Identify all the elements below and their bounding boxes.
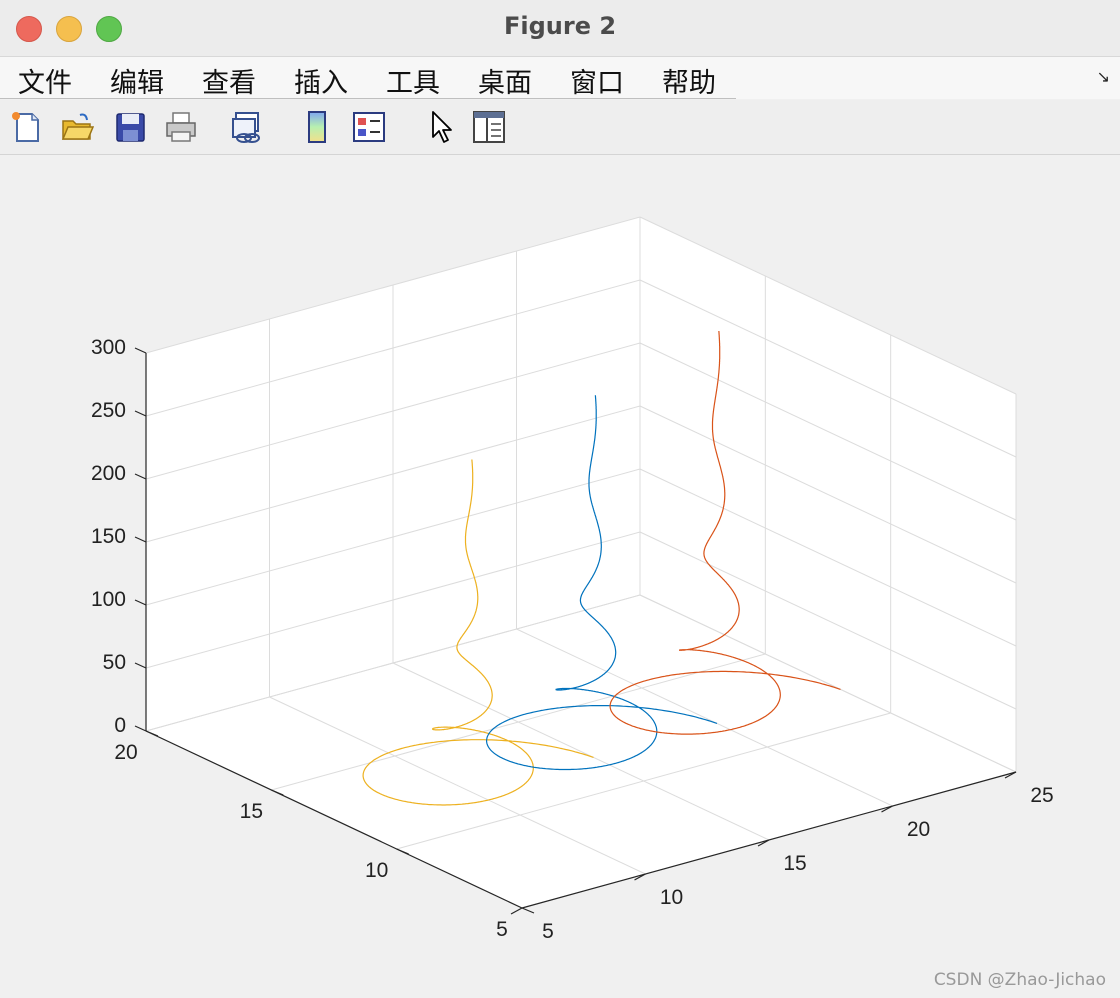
link-plot-icon[interactable] — [230, 110, 264, 144]
z-tick-label: 50 — [103, 651, 126, 674]
menu-desktop[interactable]: 桌面 — [478, 61, 532, 100]
figure-window: Figure 2 文件 编辑 查看 插入 工具 桌面 窗口 帮助 ↘ 5 10 … — [0, 0, 1120, 998]
z-tick-mark — [134, 536, 147, 543]
z-tick-label: 100 — [91, 588, 126, 611]
menu-tools[interactable]: 工具 — [386, 61, 440, 100]
z-tick-label: 300 — [91, 336, 126, 359]
z-tick-mark — [134, 347, 147, 354]
z-tick-label: 200 — [91, 462, 126, 485]
x-tick-label: 10 — [660, 886, 683, 909]
legend-icon[interactable] — [352, 110, 386, 144]
toolbar — [0, 100, 1120, 155]
z-tick-label: 150 — [91, 525, 126, 548]
plot-area[interactable]: 5101520255101520050100150200250300 — [0, 155, 1120, 998]
y-tick-label: 20 — [114, 741, 137, 764]
menu-view[interactable]: 查看 — [202, 61, 256, 100]
menu-bar: 文件 编辑 查看 插入 工具 桌面 窗口 帮助 ↘ — [0, 57, 1120, 99]
y-tick-label: 15 — [240, 800, 263, 823]
menu-insert[interactable]: 插入 — [294, 61, 348, 100]
x-tick-mark — [510, 907, 523, 915]
y-tick-label: 5 — [496, 918, 508, 941]
save-icon[interactable] — [113, 110, 147, 144]
menu-file[interactable]: 文件 — [18, 61, 72, 100]
watermark-text: CSDN @Zhao-Jichao — [933, 970, 1106, 990]
colorbar-icon[interactable] — [300, 110, 334, 144]
z-tick-mark — [134, 599, 147, 606]
menu-help[interactable]: 帮助 — [662, 61, 716, 100]
y-tick-mark — [521, 907, 535, 914]
y-tick-label: 10 — [365, 859, 388, 882]
property-inspector-icon[interactable] — [472, 110, 506, 144]
new-figure-icon[interactable] — [10, 110, 44, 144]
x-tick-label: 15 — [783, 852, 806, 875]
menu-window[interactable]: 窗口 — [570, 61, 624, 100]
menu-edit[interactable]: 编辑 — [110, 61, 164, 100]
z-tick-mark — [134, 473, 147, 480]
x-tick-label: 25 — [1030, 784, 1053, 807]
z-tick-mark — [134, 662, 147, 669]
menu-overflow-icon[interactable]: ↘ — [1097, 67, 1110, 87]
pointer-icon[interactable] — [424, 110, 458, 144]
z-tick-mark — [134, 725, 147, 732]
window-title: Figure 2 — [503, 12, 617, 40]
print-icon[interactable] — [164, 110, 198, 144]
z-tick-label: 250 — [91, 399, 126, 422]
title-bar: Figure 2 — [0, 0, 1120, 57]
x-tick-label: 20 — [907, 818, 930, 841]
z-tick-label: 0 — [114, 714, 126, 737]
x-tick-label: 5 — [542, 920, 554, 943]
open-file-icon[interactable] — [60, 110, 94, 144]
menu-divider — [0, 98, 736, 99]
z-tick-mark — [134, 410, 147, 417]
